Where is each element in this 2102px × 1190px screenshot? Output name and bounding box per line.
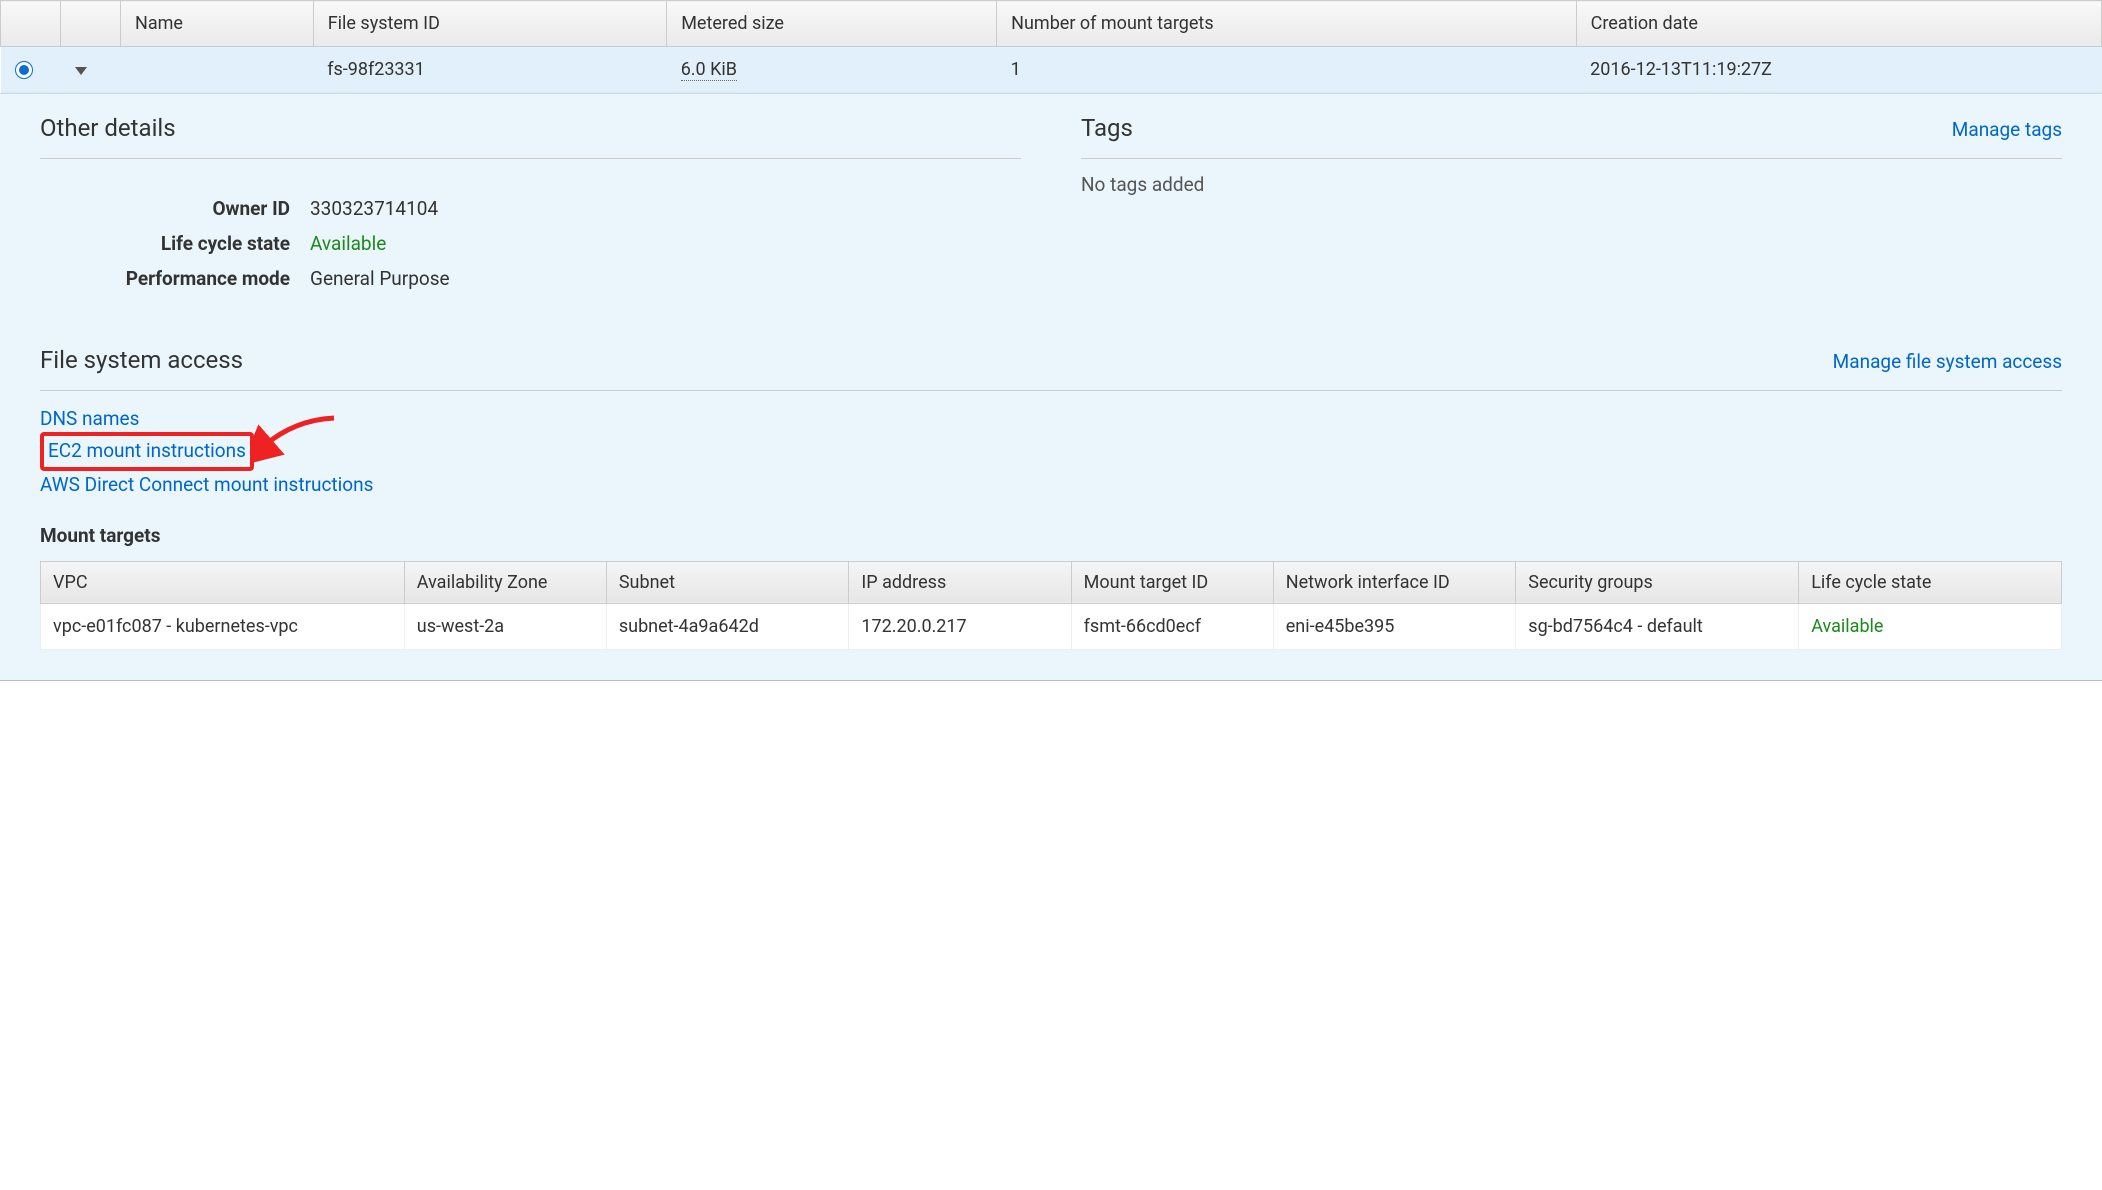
column-expand xyxy=(61,1,121,47)
mt-cell-nif: eni-e45be395 xyxy=(1273,603,1516,649)
other-details-heading: Other details xyxy=(40,114,176,152)
cell-mount-targets: 1 xyxy=(997,47,1577,93)
column-metered-size[interactable]: Metered size xyxy=(667,1,997,47)
file-system-access-heading: File system access xyxy=(40,346,243,384)
ec2-mount-instructions-link[interactable]: EC2 mount instructions xyxy=(48,436,246,467)
owner-id-value: 330323714104 xyxy=(310,197,438,220)
owner-id-label: Owner ID xyxy=(40,197,310,220)
mt-cell-mt-id: fsmt-66cd0ecf xyxy=(1071,603,1273,649)
column-mount-targets[interactable]: Number of mount targets xyxy=(997,1,1577,47)
tags-heading: Tags xyxy=(1081,114,1133,152)
column-file-system-id[interactable]: File system ID xyxy=(313,1,667,47)
column-name[interactable]: Name xyxy=(121,1,314,47)
column-select xyxy=(1,1,61,47)
aws-direct-connect-link[interactable]: AWS Direct Connect mount instructions xyxy=(40,471,2062,498)
life-cycle-label: Life cycle state xyxy=(40,232,310,255)
performance-mode-label: Performance mode xyxy=(40,267,310,290)
file-system-table: Name File system ID Metered size Number … xyxy=(0,0,2102,93)
mt-cell-ip: 172.20.0.217 xyxy=(849,603,1071,649)
file-system-access-section: File system access Manage file system ac… xyxy=(40,346,2062,650)
mt-cell-vpc: vpc-e01fc087 - kubernetes-vpc xyxy=(41,603,405,649)
performance-mode-value: General Purpose xyxy=(310,267,450,290)
manage-tags-link[interactable]: Manage tags xyxy=(1952,118,2062,141)
life-cycle-value: Available xyxy=(310,232,386,255)
mt-col-sg: Security groups xyxy=(1516,561,1799,603)
other-details-section: Other details Owner ID 330323714104 Life… xyxy=(40,114,1021,296)
cell-creation-date: 2016-12-13T11:19:27Z xyxy=(1576,47,2101,93)
mt-col-ip: IP address xyxy=(849,561,1071,603)
mt-col-state: Life cycle state xyxy=(1799,561,2062,603)
mt-col-nif: Network interface ID xyxy=(1273,561,1516,603)
row-select-radio[interactable] xyxy=(15,61,33,79)
tags-section: Tags Manage tags No tags added xyxy=(1081,114,2062,296)
mt-cell-state: Available xyxy=(1799,603,2062,649)
table-row: vpc-e01fc087 - kubernetes-vpc us-west-2a… xyxy=(41,603,2062,649)
mt-col-az: Availability Zone xyxy=(404,561,606,603)
cell-file-system-id: fs-98f23331 xyxy=(313,47,667,93)
mt-col-mt-id: Mount target ID xyxy=(1071,561,1273,603)
table-row[interactable]: fs-98f23331 6.0 KiB 1 2016-12-13T11:19:2… xyxy=(1,47,2102,93)
tags-empty-text: No tags added xyxy=(1081,173,2062,196)
cell-metered-size: 6.0 KiB xyxy=(667,47,997,93)
chevron-down-icon[interactable] xyxy=(75,67,87,75)
mt-cell-subnet: subnet-4a9a642d xyxy=(606,603,849,649)
mt-col-subnet: Subnet xyxy=(606,561,849,603)
dns-names-link[interactable]: DNS names xyxy=(40,405,2062,432)
mt-cell-az: us-west-2a xyxy=(404,603,606,649)
ec2-mount-instructions-highlight: EC2 mount instructions xyxy=(40,432,254,471)
mt-cell-sg: sg-bd7564c4 - default xyxy=(1516,603,1799,649)
mt-col-vpc: VPC xyxy=(41,561,405,603)
manage-file-system-access-link[interactable]: Manage file system access xyxy=(1833,350,2062,373)
mount-targets-heading: Mount targets xyxy=(40,498,2062,561)
mount-targets-table: VPC Availability Zone Subnet IP address … xyxy=(40,561,2062,650)
cell-name xyxy=(121,47,314,93)
details-panel: Other details Owner ID 330323714104 Life… xyxy=(0,93,2102,681)
column-creation-date[interactable]: Creation date xyxy=(1576,1,2101,47)
